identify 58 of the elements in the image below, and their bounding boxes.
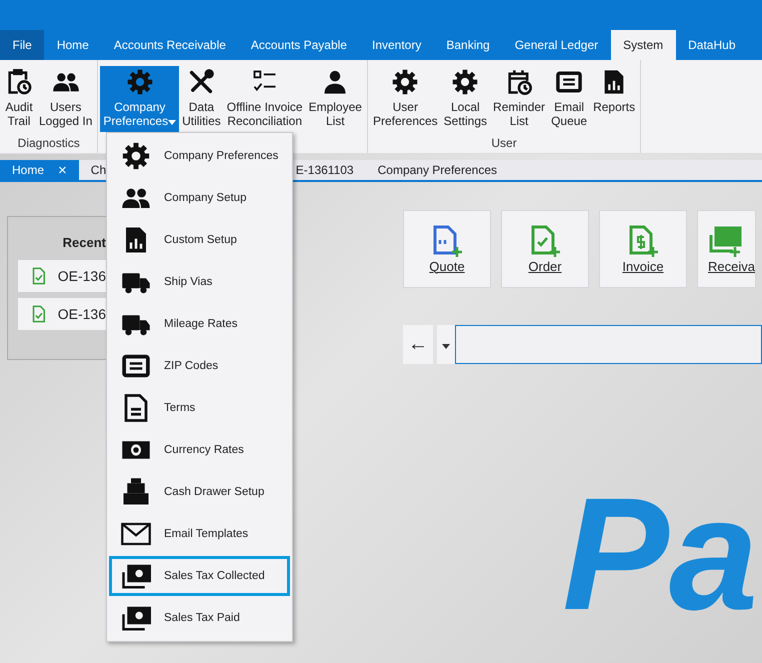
menu-item[interactable]: Custom Setup	[109, 220, 290, 260]
tools-icon	[187, 68, 216, 96]
ribbon-button[interactable]: Data Utilities	[179, 66, 224, 132]
document-tab[interactable]: Company Preferences	[366, 160, 509, 180]
logo-text: Pa	[562, 474, 759, 634]
ribbon-button[interactable]: Email Queue	[548, 66, 590, 132]
ribbon-tab[interactable]: Inventory	[359, 30, 434, 60]
ribbon-button[interactable]: Users Logged In	[36, 66, 96, 132]
ribbon-tab[interactable]: General Ledger	[502, 30, 611, 60]
panel-title: Recent	[62, 235, 106, 250]
menu-item[interactable]: Sales Tax Collected	[109, 556, 290, 596]
gear-icon	[126, 68, 154, 96]
ribbon-tab[interactable]: Accounts Payable	[238, 30, 360, 60]
quick-action-button[interactable]: Receiva	[697, 210, 756, 288]
ribbon-button[interactable]: User Preferences	[370, 66, 441, 132]
gear-icon	[121, 141, 151, 171]
address-field[interactable]	[455, 325, 762, 364]
close-icon[interactable]: ×	[58, 162, 67, 178]
group-label: Diagnostics	[18, 136, 80, 152]
gear-icon	[391, 68, 420, 96]
document-tab[interactable]: Home ×	[0, 160, 79, 180]
quick-action-button[interactable]: Quote	[403, 210, 491, 288]
document-check-icon	[32, 265, 46, 287]
quick-action-button[interactable]: Invoice	[599, 210, 687, 288]
recent-item[interactable]: OE-136	[18, 298, 106, 330]
ribbon-button[interactable]: Offline Invoice Reconciliation	[224, 66, 306, 132]
ribbon-tab[interactable]: Banking	[434, 30, 502, 60]
cash-register-icon	[121, 477, 151, 507]
menu-item[interactable]: Company Preferences	[109, 136, 290, 176]
ribbon-tab[interactable]: Accounts Receivable	[101, 30, 238, 60]
menu-item[interactable]: Currency Rates	[109, 430, 290, 470]
menu-item[interactable]: Email Templates	[109, 514, 290, 554]
ribbon-button[interactable]: Audit Trail	[2, 66, 36, 132]
quick-action-button[interactable]: Order	[501, 210, 589, 288]
gear-icon	[451, 68, 480, 96]
menu-item[interactable]: Mileage Rates	[109, 304, 290, 344]
menu-item[interactable]: Cash Drawer Setup	[109, 472, 290, 512]
ribbon-tab[interactable]: Home	[44, 30, 102, 60]
ribbon-button[interactable]: Company Preferences	[100, 66, 180, 132]
back-button[interactable]: ←	[403, 325, 433, 364]
menu-item[interactable]: Sales Tax Paid	[109, 598, 290, 638]
banknotes-plus-icon	[708, 224, 742, 256]
caret-icon	[442, 344, 450, 349]
menu-item[interactable]: Ship Vias	[109, 262, 290, 302]
dropdown-button[interactable]	[437, 325, 455, 364]
file-menu[interactable]: File	[0, 30, 44, 60]
recent-item[interactable]: OE-136	[18, 260, 106, 292]
menu-item[interactable]: ZIP Codes	[109, 346, 290, 386]
document-check-icon	[32, 303, 46, 325]
ribbon-tab[interactable]: System	[610, 30, 676, 60]
ribbon-tab[interactable]: DataHub	[676, 30, 748, 60]
ribbon-button[interactable]: Local Settings	[440, 66, 490, 132]
ribbon-button[interactable]: Reminder List	[490, 66, 548, 132]
menu-item[interactable]: Terms	[109, 388, 290, 428]
group-label: User	[491, 136, 517, 152]
ribbon-button[interactable]: Reports	[590, 66, 638, 132]
ribbon-button[interactable]: Employee List	[306, 66, 365, 132]
menu-item[interactable]: Company Setup	[109, 178, 290, 218]
